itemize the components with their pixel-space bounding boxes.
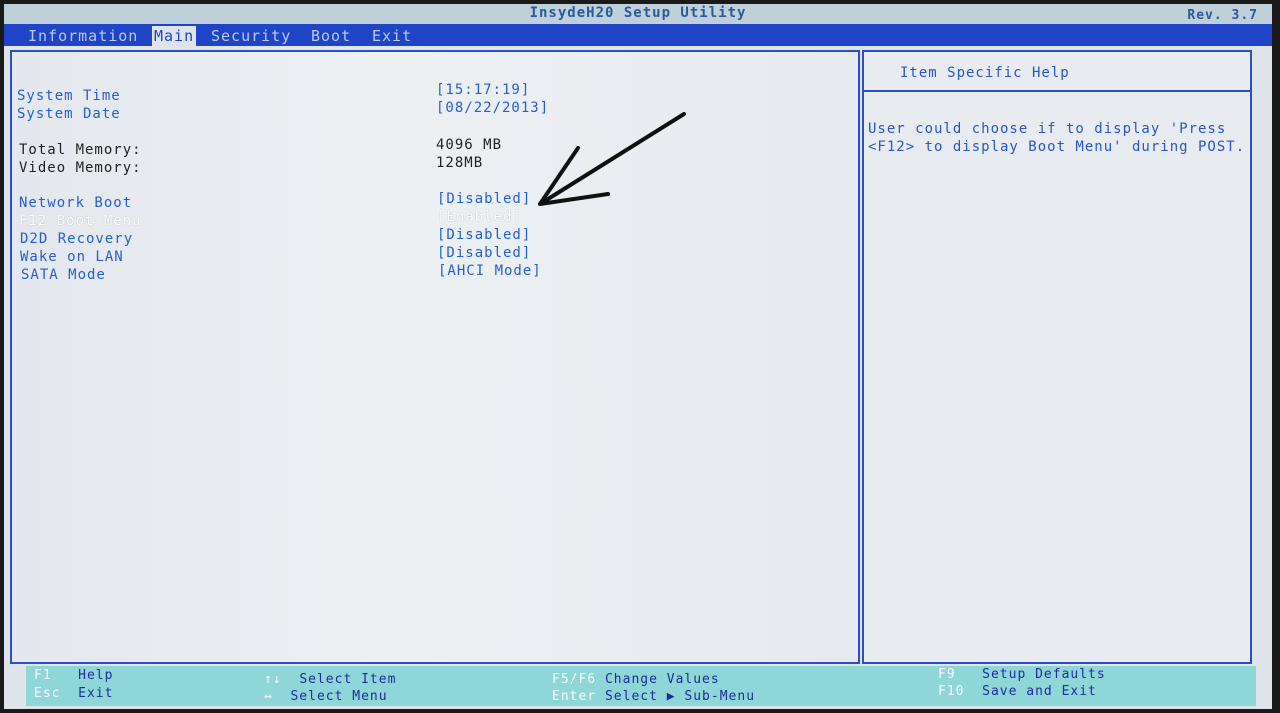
video-memory-value: 128MB: [436, 155, 484, 171]
d2d-recovery-value[interactable]: [Disabled]: [437, 227, 531, 243]
key-save-exit: F10 Save and Exit: [938, 684, 1097, 699]
help-panel: Item Specific Help User could choose if …: [862, 50, 1252, 664]
f12-boot-menu-label: F12 Boot Menu: [19, 213, 142, 229]
tab-information[interactable]: Information: [28, 27, 138, 45]
esc-desc: Exit: [78, 686, 114, 701]
settings-panel: System Time System Date Total Memory: Vi…: [10, 50, 860, 664]
wake-on-lan-value[interactable]: [Disabled]: [437, 245, 531, 261]
system-time-label: System Time: [17, 88, 121, 104]
video-memory-label: Video Memory:: [19, 160, 142, 176]
f5f6-desc: Change Values: [604, 672, 720, 687]
sata-mode-value[interactable]: [AHCI Mode]: [438, 263, 542, 279]
f5f6-key: F5/F6: [552, 672, 597, 687]
f9-key: F9: [938, 667, 956, 682]
f1-key: F1: [34, 668, 52, 683]
tab-boot[interactable]: Boot: [311, 27, 351, 45]
help-title: Item Specific Help: [900, 65, 1070, 81]
help-line-1: User could choose if to display 'Press: [868, 121, 1227, 137]
help-text: User could choose if to display 'Press <…: [868, 120, 1248, 156]
d2d-recovery-label: D2D Recovery: [20, 231, 134, 247]
leftright-desc: Select Menu: [290, 689, 388, 704]
updown-desc: Select Item: [299, 672, 397, 687]
window-title: InsydeH20 Setup Utility: [529, 5, 747, 21]
key-legend-bar: F1 Help Esc Exit ↑↓ Select Item ↔ Select…: [26, 666, 1256, 706]
network-boot-value[interactable]: [Disabled]: [437, 191, 531, 207]
help-line-2: <F12> to display Boot Menu' during POST.: [868, 139, 1246, 155]
key-exit: Esc Exit: [34, 686, 113, 701]
key-help: F1 Help: [34, 668, 113, 683]
enter-desc: Select ▶ Sub-Menu: [604, 689, 756, 704]
f10-desc: Save and Exit: [982, 684, 1097, 699]
tab-exit[interactable]: Exit: [372, 27, 412, 45]
tab-main[interactable]: Main: [152, 26, 197, 48]
esc-key: Esc: [34, 686, 61, 701]
system-date-value[interactable]: [08/22/2013]: [436, 100, 549, 116]
updown-arrow-icon: ↑↓: [264, 672, 282, 687]
enter-key: Enter: [552, 689, 597, 704]
key-enter: Enter Select ▶ Sub-Menu: [552, 689, 755, 704]
bios-screen: InsydeH20 Setup Utility Rev. 3.7 Informa…: [4, 4, 1272, 709]
sata-mode-label: SATA Mode: [21, 267, 106, 283]
f1-desc: Help: [78, 668, 114, 683]
revision-label: Rev. 3.7: [1187, 8, 1258, 23]
key-select-item: ↑↓ Select Item: [264, 672, 396, 687]
f9-desc: Setup Defaults: [982, 667, 1106, 682]
f12-boot-menu-value[interactable]: [Enabled]: [437, 209, 522, 225]
key-setup-defaults: F9 Setup Defaults: [938, 667, 1106, 682]
total-memory-value: 4096 MB: [436, 137, 503, 153]
system-date-label: System Date: [17, 106, 121, 122]
title-bar: InsydeH20 Setup Utility Rev. 3.7: [4, 4, 1272, 24]
total-memory-label: Total Memory:: [19, 142, 142, 158]
key-change-values: F5/F6 Change Values: [552, 672, 720, 687]
network-boot-label: Network Boot: [19, 195, 133, 211]
tab-security[interactable]: Security: [211, 27, 291, 45]
f10-key: F10: [938, 684, 965, 699]
leftright-arrow-icon: ↔: [264, 689, 273, 704]
help-header: Item Specific Help: [864, 52, 1250, 92]
wake-on-lan-label: Wake on LAN: [20, 249, 124, 265]
key-select-menu: ↔ Select Menu: [264, 689, 388, 704]
system-time-value[interactable]: [15:17:19]: [436, 82, 530, 98]
menu-bar: Information Main Security Boot Exit: [4, 24, 1272, 48]
